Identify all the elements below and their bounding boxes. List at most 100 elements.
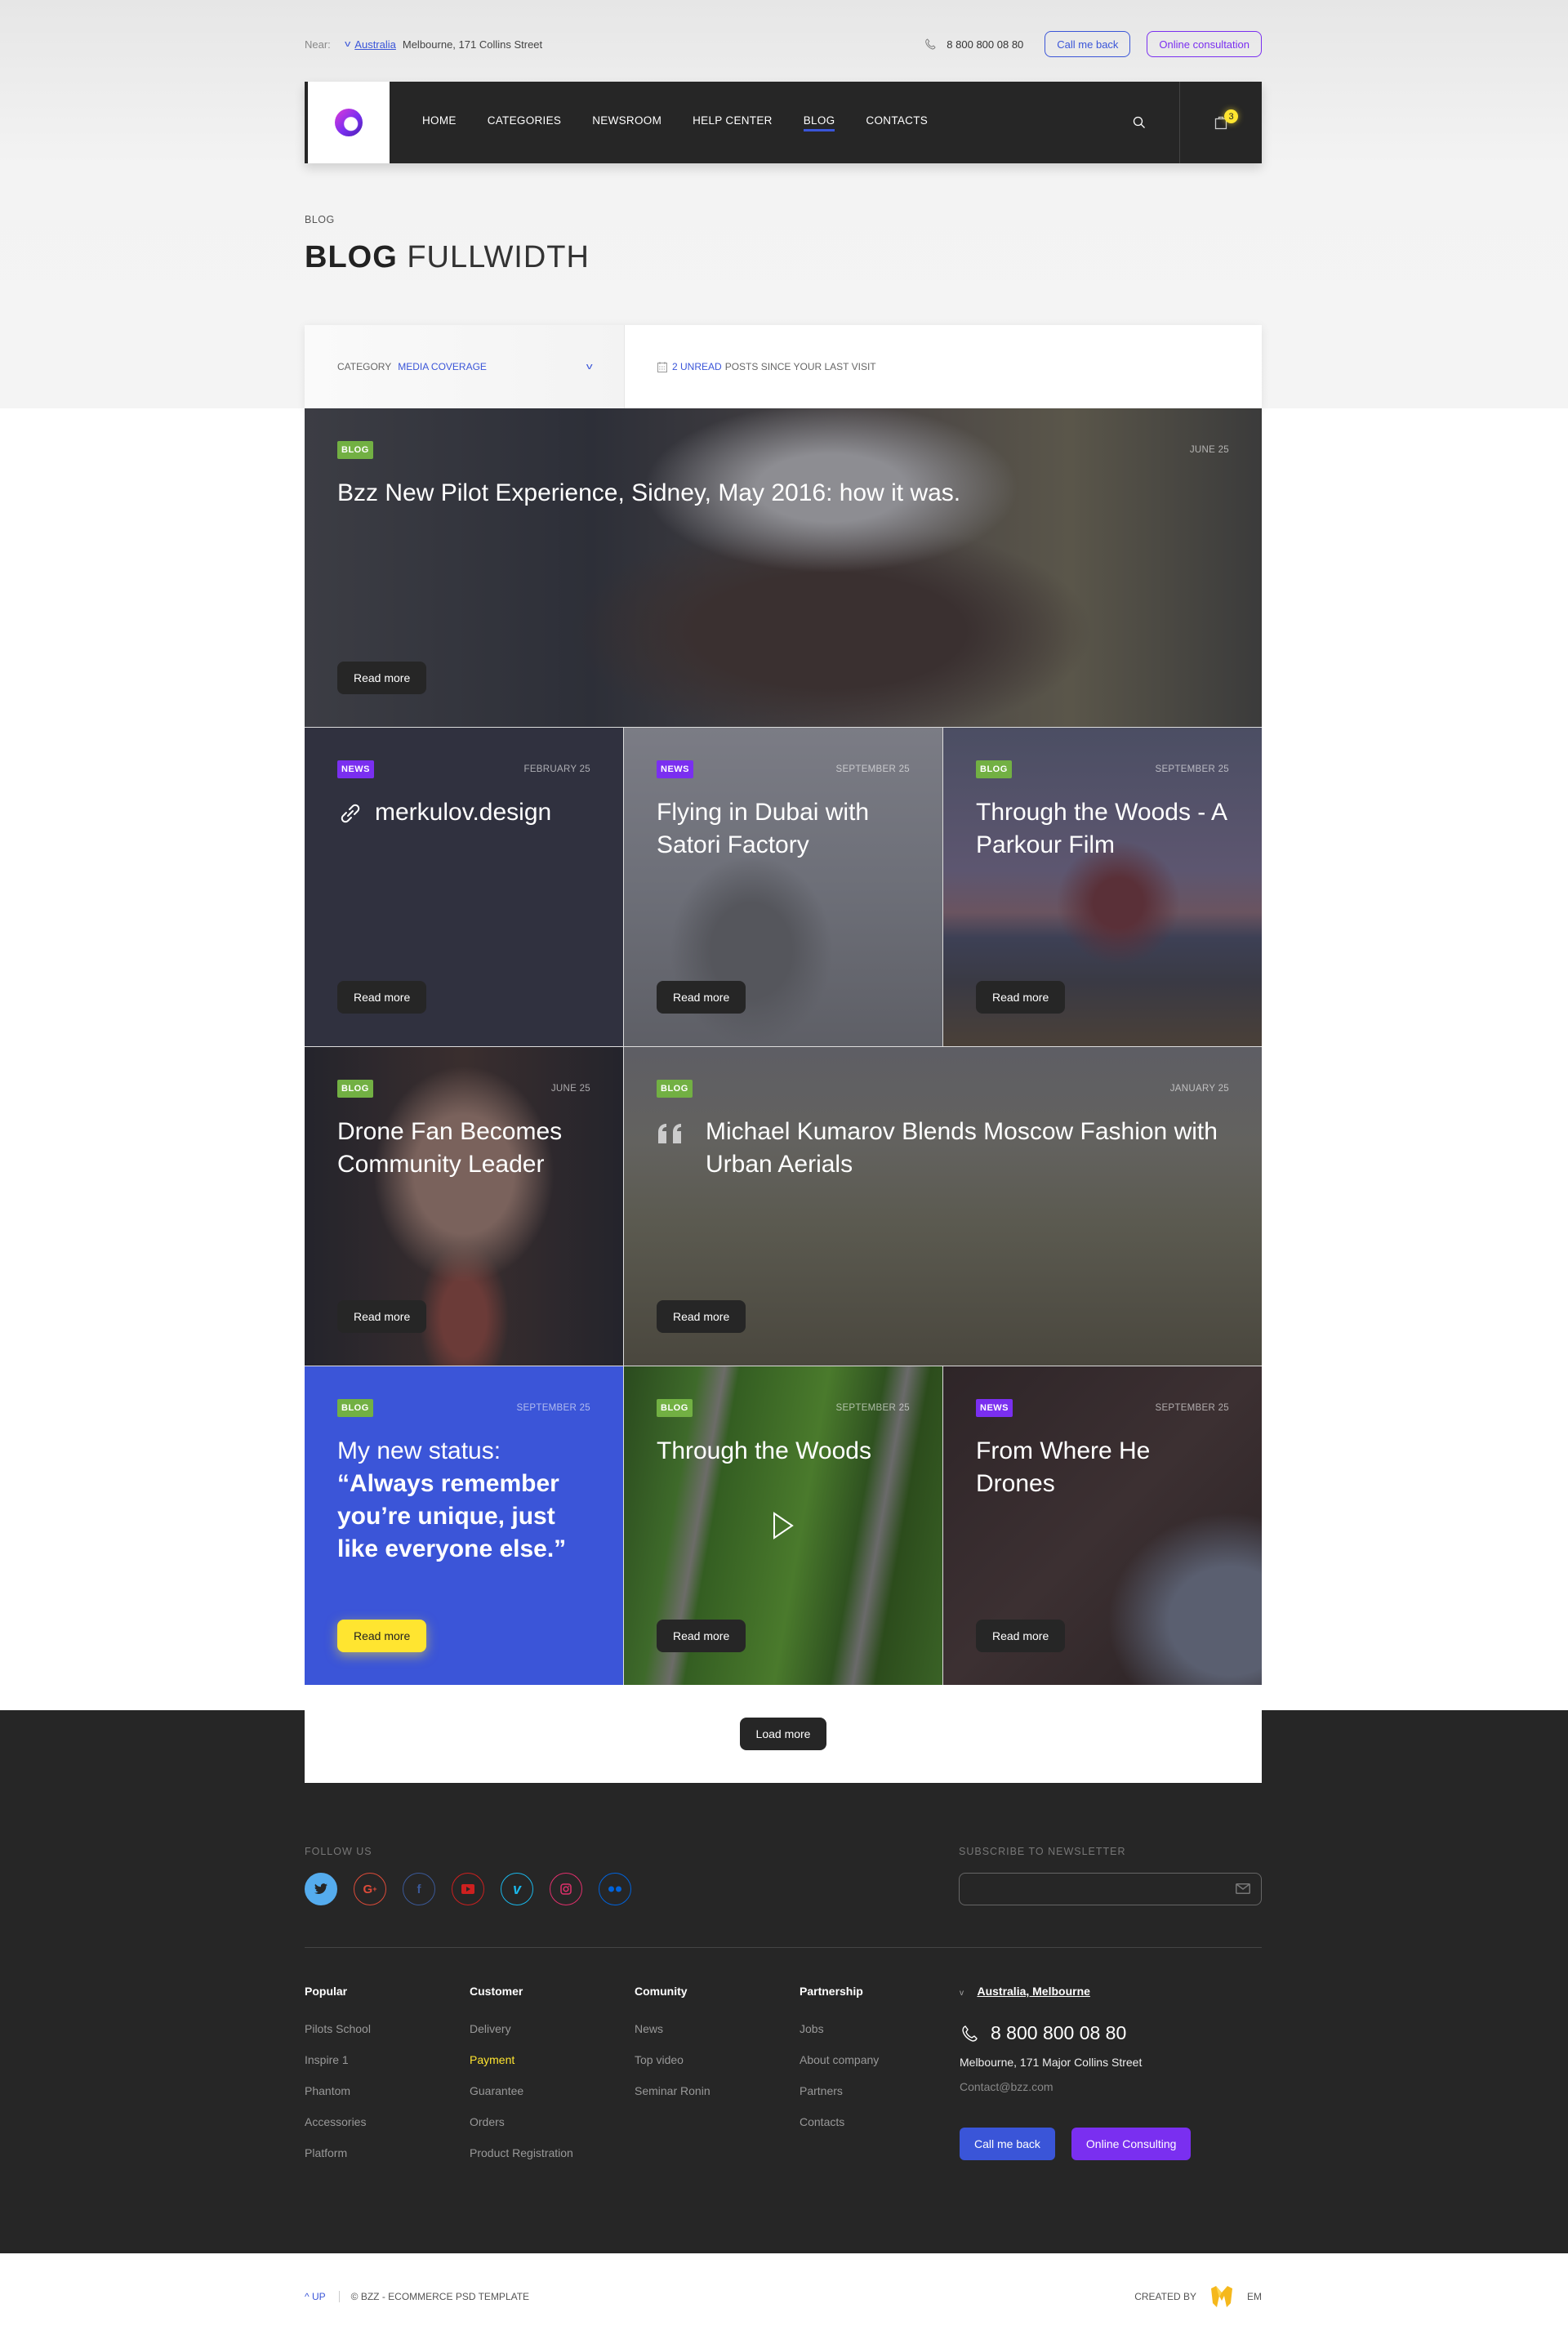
post-tag[interactable]: BLOG [337,441,373,459]
post-tag[interactable]: BLOG [976,760,1012,778]
cart-button[interactable]: 3 [1180,82,1262,163]
nav-item-home[interactable]: HOME [422,114,457,131]
footer-link[interactable]: About company [800,2053,964,2066]
post-title[interactable]: My new status: “Always remember you’re u… [337,1435,590,1566]
footer-column-partnership: Partnership Jobs About company Partners … [800,1985,964,2177]
nav-item-categories[interactable]: CATEGORIES [488,114,562,131]
country-link[interactable]: Australia [354,38,396,51]
footer-email[interactable]: Contact@bzz.com [960,2080,1207,2093]
post-title[interactable]: Bzz New Pilot Experience, Sidney, May 20… [337,477,1229,510]
youtube-icon[interactable] [452,1873,484,1905]
footer-link[interactable]: Pilots School [305,2022,470,2035]
footer-link[interactable]: Phantom [305,2084,470,2097]
read-more-button[interactable]: Read more [657,1300,746,1333]
read-more-button[interactable]: Read more [337,1300,427,1333]
footer-link[interactable]: Seminar Ronin [635,2084,800,2097]
footer-link[interactable]: Product Registration [470,2146,635,2159]
footer-contact: v Australia, Melbourne 8 800 800 08 80 M… [960,1985,1207,2160]
post-tag[interactable]: NEWS [976,1399,1013,1417]
read-more-button[interactable]: Read more [337,1620,427,1652]
post-card[interactable]: BLOG SEPTEMBER 25 My new status: “Always… [305,1366,623,1685]
flickr-icon[interactable] [599,1873,631,1905]
breadcrumb[interactable]: BLOG [305,214,1262,225]
post-card[interactable]: BLOG SEPTEMBER 25 Through the Woods - A … [943,728,1262,1046]
footer-online-consulting-button[interactable]: Online Consulting [1071,2128,1192,2160]
post-title[interactable]: From Where He Drones [976,1435,1229,1500]
vimeo-icon[interactable]: v [501,1873,533,1905]
post-tag[interactable]: BLOG [657,1080,693,1098]
author-label: EM [1247,2291,1262,2302]
post-tag[interactable]: BLOG [657,1399,693,1417]
twitter-icon[interactable] [305,1873,337,1905]
posts-grid: BLOG JUNE 25 Bzz New Pilot Experience, S… [305,408,1262,1685]
post-tag[interactable]: NEWS [657,760,693,778]
load-more-button[interactable]: Load more [739,1718,827,1750]
post-title[interactable]: Flying in Dubai with Satori Factory [657,796,910,862]
calendar-icon [657,361,667,372]
online-consultation-button[interactable]: Online consultation [1147,31,1262,57]
post-card[interactable]: NEWS SEPTEMBER 25 Flying in Dubai with S… [624,728,942,1046]
chevron-down-icon[interactable]: v [345,39,350,49]
post-card[interactable]: NEWS SEPTEMBER 25 From Where He Drones R… [943,1366,1262,1685]
nav-item-contacts[interactable]: CONTACTS [866,114,928,131]
footer-call-me-back-button[interactable]: Call me back [960,2128,1055,2160]
facebook-icon[interactable]: f [403,1873,435,1905]
post-card[interactable]: BLOG JANUARY 25 Michael Kumarov Blends M… [624,1047,1262,1366]
post-title[interactable]: Through the Woods [657,1435,910,1468]
post-card[interactable]: BLOG SEPTEMBER 25 Through the Woods Read… [624,1366,942,1685]
footer-link[interactable]: Inspire 1 [305,2053,470,2066]
page-title-light: FULLWIDTH [407,240,590,274]
post-tag[interactable]: NEWS [337,760,374,778]
created-by-label: CREATED BY [1134,2291,1196,2302]
footer-link[interactable]: Jobs [800,2022,964,2035]
google-plus-icon[interactable]: G + [354,1873,386,1905]
unread-count-link[interactable]: 2 UNREAD [672,361,722,372]
cart-count-badge: 3 [1224,109,1238,123]
nav-item-newsroom[interactable]: NEWSROOM [592,114,662,131]
footer-link[interactable]: Orders [470,2115,635,2128]
city-link[interactable]: Australia, Melbourne [977,1985,1089,1998]
mail-icon[interactable] [1236,1883,1250,1894]
post-card[interactable]: NEWS FEBRUARY 25 merkulov.design Read mo… [305,728,623,1046]
post-title[interactable]: Michael Kumarov Blends Moscow Fashion wi… [657,1116,1229,1181]
post-title[interactable]: Drone Fan Becomes Community Leader [337,1116,590,1181]
link-icon [341,804,360,823]
read-more-button[interactable]: Read more [337,981,427,1014]
post-card[interactable]: BLOG JUNE 25 Drone Fan Becomes Community… [305,1047,623,1366]
nav-item-help-center[interactable]: HELP CENTER [693,114,773,131]
footer-link[interactable]: Contacts [800,2115,964,2128]
footer-link[interactable]: News [635,2022,800,2035]
nav-item-blog[interactable]: BLOG [803,114,835,131]
play-icon[interactable] [772,1512,795,1540]
read-more-button[interactable]: Read more [657,1620,746,1652]
newsletter-email-input[interactable] [959,1873,1262,1905]
read-more-button[interactable]: Read more [976,981,1066,1014]
instagram-icon[interactable] [550,1873,582,1905]
read-more-button[interactable]: Read more [337,662,427,694]
category-dropdown[interactable]: CATEGORY MEDIA COVERAGE v [305,325,625,408]
footer-link[interactable]: Top video [635,2053,800,2066]
city-selector[interactable]: v Australia, Melbourne [960,1985,1207,1999]
footer-link[interactable]: Partners [800,2084,964,2097]
footer-link[interactable]: Delivery [470,2022,635,2035]
unread-posts-info: 2 UNREAD POSTS SINCE YOUR LAST VISIT [625,325,876,408]
footer-link[interactable]: Accessories [305,2115,470,2128]
call-me-back-button[interactable]: Call me back [1045,31,1131,57]
post-tag[interactable]: BLOG [337,1080,373,1098]
footer-address: Melbourne, 171 Major Collins Street [960,2056,1143,2069]
footer-link[interactable]: Payment [470,2053,635,2066]
search-button[interactable] [1098,82,1180,163]
author-logo-icon[interactable] [1209,2285,1234,2308]
post-tag[interactable]: BLOG [337,1399,373,1417]
post-card[interactable]: BLOG JUNE 25 Bzz New Pilot Experience, S… [305,408,1262,727]
footer-link[interactable]: Guarantee [470,2084,635,2097]
footer-link[interactable]: Platform [305,2146,470,2159]
scroll-up-link[interactable]: ^ UP [305,2291,326,2302]
post-title[interactable]: merkulov.design [337,796,590,829]
category-label: CATEGORY [337,361,392,372]
read-more-button[interactable]: Read more [976,1620,1066,1652]
logo-link[interactable] [308,82,390,163]
post-title[interactable]: Through the Woods - A Parkour Film [976,796,1229,862]
read-more-button[interactable]: Read more [657,981,746,1014]
bottom-bar: ^ UP © BZZ - ECOMMERCE PSD TEMPLATE CREA… [305,2285,1262,2308]
